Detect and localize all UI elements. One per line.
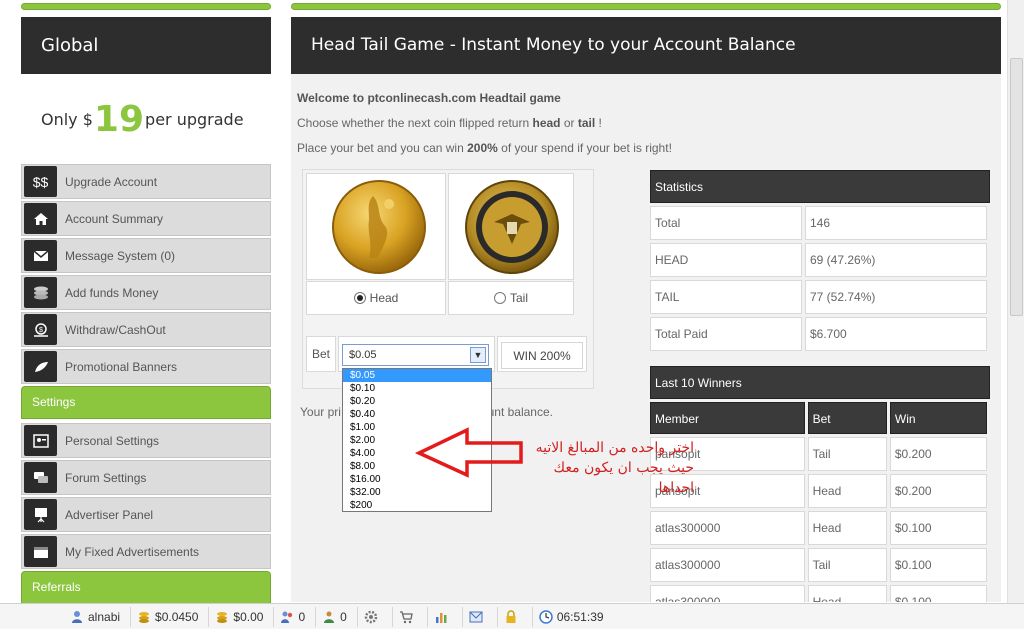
sidebar-title: Global: [21, 17, 271, 74]
coins-icon: [24, 277, 57, 308]
status-referrals[interactable]: 0: [274, 606, 317, 627]
sidebar-section-referrals[interactable]: Referrals: [21, 571, 271, 604]
status-clock: 06:51:39: [533, 607, 614, 627]
home-icon: [24, 203, 57, 234]
sidebar-item-withdraw[interactable]: $ Withdraw/CashOut: [21, 312, 271, 347]
head-radio[interactable]: [353, 292, 366, 304]
page-title: Head Tail Game - Instant Money to your A…: [291, 17, 1001, 74]
table-row: HEAD 69 (47.26%): [650, 243, 990, 277]
clock-icon: [539, 609, 553, 624]
table-row: atlas300000 Head $0.100: [650, 511, 990, 545]
tail-coin-image[interactable]: [448, 173, 574, 280]
column-header-bet: Bet: [807, 402, 887, 434]
chevron-down-icon[interactable]: ▼: [470, 347, 486, 363]
tail-radio[interactable]: [493, 292, 506, 304]
calendar-icon: [24, 536, 57, 567]
table-row: Total Paid $6.700: [650, 317, 990, 351]
welcome-text: Welcome to ptconlinecash.com Headtail ga…: [297, 91, 561, 105]
chat-icon: [24, 462, 57, 493]
table-row: atlas300000 Tail $0.100: [650, 548, 990, 582]
bet-option[interactable]: $0.05: [343, 369, 491, 382]
scrollbar-thumb[interactable]: [1010, 58, 1023, 316]
head-coin-image[interactable]: [306, 173, 446, 280]
bet-option[interactable]: $0.20: [343, 395, 491, 408]
sidebar-item-fixed-ads[interactable]: My Fixed Advertisements: [21, 534, 271, 569]
status-cart[interactable]: [393, 606, 428, 627]
status-balance[interactable]: $0.0450: [131, 606, 210, 627]
status-rented-referrals[interactable]: 0: [316, 606, 358, 627]
status-settings[interactable]: [358, 606, 393, 627]
lock-icon: [504, 609, 518, 624]
place-bet-text: Place your bet and you can win 200% of y…: [297, 141, 672, 155]
promo-price: 19: [93, 98, 145, 140]
last-winners-title: Last 10 Winners: [650, 366, 990, 399]
sidebar-item-account-summary[interactable]: Account Summary: [21, 201, 271, 236]
table-row: atlas300000 Head $0.100: [650, 585, 990, 602]
winners-header-row: Member Bet Win: [650, 402, 990, 434]
head-option[interactable]: Head: [306, 281, 446, 315]
bet-option[interactable]: $0.10: [343, 382, 491, 395]
status-messages[interactable]: [463, 606, 498, 627]
bet-option[interactable]: $32.00: [343, 486, 491, 499]
annotation-arrow-icon: [415, 427, 523, 478]
coins-icon: [215, 610, 229, 624]
annotation-text: اختر واحده من المبالغ الاتيه حيث يجب ان …: [535, 440, 694, 496]
main-panel: Head Tail Game - Instant Money to your A…: [291, 17, 1001, 602]
cashout-icon: $: [24, 314, 57, 345]
money-stack-icon: $$: [24, 166, 57, 197]
bet-option[interactable]: $200: [343, 499, 491, 512]
table-row: Total 146: [650, 206, 990, 240]
sidebar-top-bar: [21, 3, 271, 10]
status-stats[interactable]: [428, 606, 463, 627]
statistics-table: Statistics Total 146 HEAD 69 (47.26%) TA…: [650, 170, 990, 602]
sidebar-item-message-system[interactable]: Message System (0): [21, 238, 271, 273]
user-status-bar: alnabi $0.0450 $0.00 0 0 06:51:39: [0, 603, 1024, 629]
sidebar-section-settings[interactable]: Settings: [21, 386, 271, 419]
main-top-bar: [291, 3, 1001, 10]
win-button[interactable]: WIN 200%: [501, 342, 583, 369]
tail-option[interactable]: Tail: [448, 281, 574, 315]
envelope-icon: [469, 610, 483, 624]
sidebar-item-upgrade-account[interactable]: $$ Upgrade Account: [21, 164, 271, 199]
column-header-member: Member: [650, 402, 805, 434]
bet-label: Bet: [306, 336, 336, 372]
upgrade-promo: Only $19 per upgrade: [21, 74, 271, 164]
gear-icon: [364, 610, 378, 624]
choose-text: Choose whether the next coin flipped ret…: [297, 116, 602, 130]
table-row: pansopit Tail $0.200: [650, 437, 990, 471]
status-user[interactable]: alnabi: [64, 606, 132, 627]
page-scrollbar[interactable]: [1007, 0, 1024, 606]
column-header-win: Win: [889, 402, 987, 434]
sidebar-item-forum-settings[interactable]: Forum Settings: [21, 460, 271, 495]
users-icon: [280, 610, 294, 624]
sidebar-item-add-funds[interactable]: Add funds Money: [21, 275, 271, 310]
svg-text:$: $: [39, 327, 43, 334]
user-icon: [70, 610, 84, 624]
id-card-icon: [24, 425, 57, 456]
status-security[interactable]: [498, 606, 533, 627]
status-purchase-balance[interactable]: $0.00: [209, 606, 275, 627]
banner-icon: [24, 351, 57, 382]
bar-chart-icon: [434, 610, 448, 624]
sidebar-item-personal-settings[interactable]: Personal Settings: [21, 423, 271, 458]
bet-amount-select[interactable]: $0.05 ▼: [342, 344, 489, 366]
statistics-title: Statistics: [650, 170, 990, 203]
sidebar: Global Only $19 per upgrade $$ Upgrade Ac…: [21, 17, 271, 608]
table-row: pansopit Head $0.200: [650, 474, 990, 508]
sidebar-item-advertiser-panel[interactable]: Advertiser Panel: [21, 497, 271, 532]
bet-option[interactable]: $0.40: [343, 408, 491, 421]
coins-icon: [137, 610, 151, 624]
presentation-icon: [24, 499, 57, 530]
game-intro: Welcome to ptconlinecash.com Headtail ga…: [291, 74, 1001, 161]
group-icon: [322, 610, 336, 624]
sidebar-item-promotional-banners[interactable]: Promotional Banners: [21, 349, 271, 384]
cart-icon: [399, 610, 413, 624]
table-row: TAIL 77 (52.74%): [650, 280, 990, 314]
envelope-icon: [24, 240, 57, 271]
